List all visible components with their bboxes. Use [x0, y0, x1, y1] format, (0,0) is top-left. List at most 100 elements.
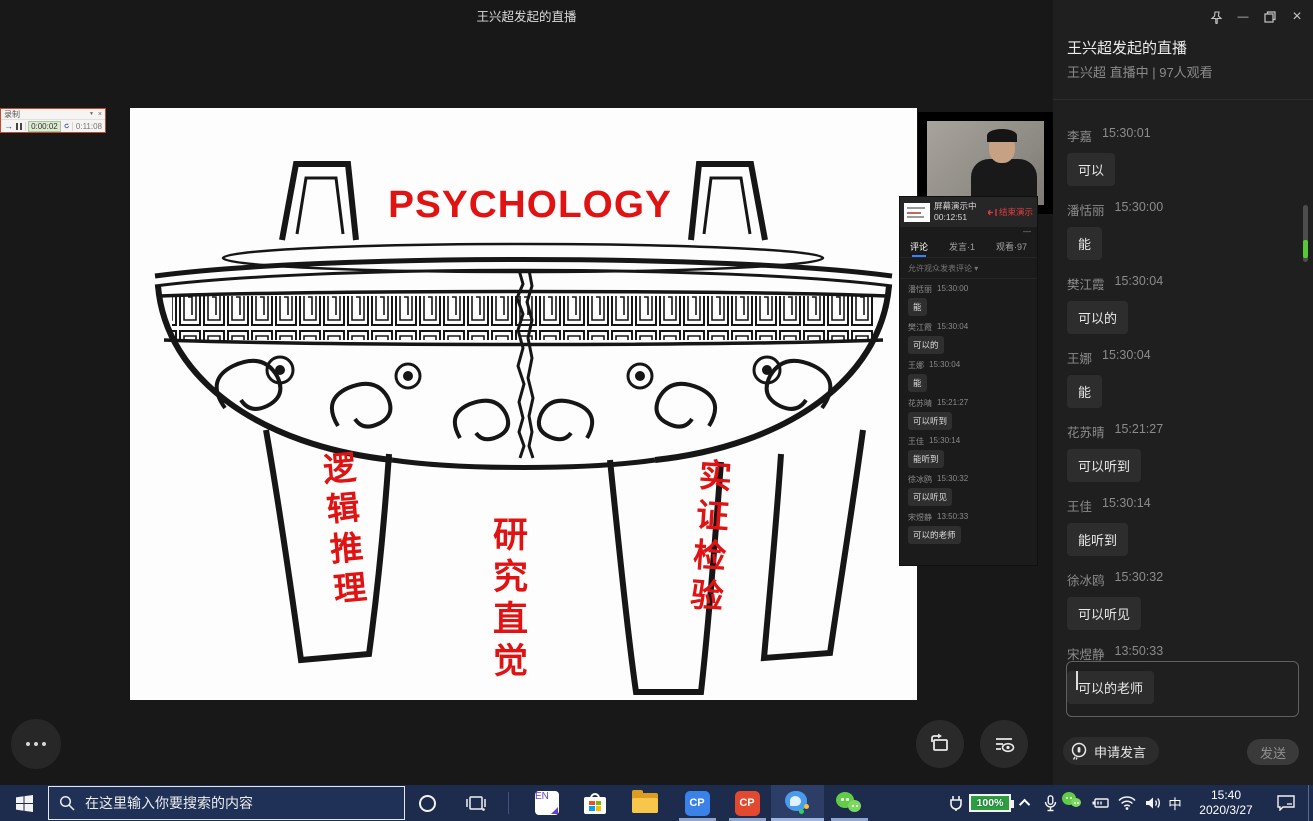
search-icon: [59, 795, 75, 811]
battery-icon: 100%: [969, 794, 1011, 812]
power-plug-icon[interactable]: [944, 785, 968, 821]
cp-blue-icon: CP: [685, 791, 710, 816]
running-indicator: [831, 818, 868, 821]
mini-chat-message: 樊江霞15:30:04可以的: [908, 322, 1029, 354]
volume-icon[interactable]: [1140, 785, 1166, 821]
message-time: 15:21:27: [1115, 422, 1164, 441]
sender-name: 徐冰鸥: [1067, 570, 1105, 589]
clock-time: 15:40: [1211, 788, 1241, 803]
running-indicator: [679, 818, 716, 821]
chat-message: 花苏晴 15:21:27 可以听到: [1067, 422, 1293, 482]
message-time: 15:30:04: [1102, 348, 1151, 367]
show-desktop-button[interactable]: [1308, 785, 1309, 821]
webcam-video: [927, 121, 1044, 205]
cp-red-icon: CP: [735, 791, 760, 816]
share-status: 屏幕演示中 00:12:51: [934, 201, 977, 223]
microphone-tray-icon[interactable]: [1038, 785, 1062, 821]
sender-name: 樊江霞: [1067, 274, 1105, 293]
share-screen-button[interactable]: [916, 720, 964, 768]
microsoft-store-icon: [584, 793, 606, 814]
message-bubble: 可以听到: [1067, 449, 1141, 482]
apply-to-speak-label: 申请发言: [1094, 742, 1146, 761]
sender-name: 花苏晴: [1067, 422, 1105, 441]
action-center-button[interactable]: [1268, 785, 1304, 821]
minimize-icon[interactable]: —: [1234, 8, 1252, 26]
chat-message-list[interactable]: 李嘉15:30:01可以 潘恬丽 15:30:00 能 樊江霞15:30:04可以的…: [1067, 126, 1293, 718]
pause-icon[interactable]: [16, 123, 22, 130]
new-message-indicator: [1303, 240, 1308, 258]
message-bubble: 能听到: [1067, 523, 1128, 556]
close-icon[interactable]: ×: [1288, 8, 1306, 26]
collapse-handle[interactable]: —: [900, 227, 1037, 237]
windows-logo-icon: [16, 795, 33, 812]
ime-indicator[interactable]: 中: [1164, 785, 1186, 821]
recording-elapsed-time: 0:00:02: [28, 121, 61, 132]
taskbar-clock[interactable]: 15:40 2020/3/27: [1188, 785, 1264, 821]
tab-speakers[interactable]: 发言·1: [949, 240, 975, 257]
end-presentation-button[interactable]: 结束演示: [988, 206, 1033, 218]
start-button[interactable]: [0, 785, 48, 821]
divider: [1053, 99, 1313, 100]
recorder-dropdown-icon[interactable]: ▼: [89, 111, 94, 118]
next-slide-icon[interactable]: →: [4, 122, 13, 131]
taskbar-app-cp-red[interactable]: CP: [725, 785, 769, 821]
mini-chat-message: 王娜15:30:04能: [908, 360, 1029, 392]
running-indicator: [771, 818, 824, 821]
pin-icon[interactable]: [1207, 8, 1225, 26]
comments-visibility-icon: [992, 732, 1016, 756]
chat-input-box[interactable]: [1066, 661, 1299, 717]
taskbar-divider: [508, 792, 509, 814]
peripheral-battery-icon[interactable]: [1088, 785, 1114, 821]
apply-to-speak-button[interactable]: 申请发言: [1063, 737, 1159, 765]
wifi-icon[interactable]: [1114, 785, 1140, 821]
screenshare-preview-panel: 屏幕演示中 00:12:51 结束演示 — 评论 发言·1 观看·97 允许观众…: [900, 197, 1037, 565]
taskbar-app-endnote[interactable]: EN: [525, 785, 569, 821]
mini-chat-list: 潘恬丽15:30:00能 樊江霞15:30:04可以的 王娜15:30:04能 …: [900, 279, 1037, 555]
taskbar-app-wechat[interactable]: [827, 785, 871, 821]
toggle-comments-button[interactable]: [980, 720, 1028, 768]
chat-panel-status: 王兴超 直播中 | 97人观看: [1067, 62, 1213, 81]
message-bubble: 能: [1067, 227, 1102, 260]
message-bubble: 可以听见: [1067, 597, 1141, 630]
clock-date: 2020/3/27: [1199, 803, 1252, 818]
chat-message: 王娜15:30:04能: [1067, 348, 1293, 408]
more-options-button[interactable]: [11, 719, 61, 769]
task-view-button[interactable]: [455, 785, 497, 821]
live-stage: 王兴超发起的直播: [0, 0, 1053, 785]
send-button[interactable]: 发送: [1247, 739, 1299, 765]
mini-chat-message: 花苏晴15:21:27可以听到: [908, 398, 1029, 430]
sender-name: 潘恬丽: [1067, 200, 1105, 219]
ppt-recording-toolbar: 录制 ▼ × → 0:00:02 0:11:08: [0, 108, 106, 133]
chat-panel-title: 王兴超发起的直播: [1067, 37, 1187, 58]
chat-message: 樊江霞15:30:04可以的: [1067, 274, 1293, 334]
chat-message: 李嘉15:30:01可以: [1067, 126, 1293, 186]
taskbar-app-wecom-active[interactable]: [771, 785, 824, 821]
battery-indicator[interactable]: 100%: [966, 785, 1014, 821]
comment-permission-dropdown[interactable]: 允许观众发表评论 ▾: [900, 257, 1037, 279]
mini-chat-message: 潘恬丽15:30:00能: [908, 284, 1029, 316]
stage-title: 王兴超发起的直播: [0, 6, 1053, 25]
chat-message: 徐冰鸥15:30:32可以听见: [1067, 570, 1293, 630]
cortana-icon: [419, 795, 436, 812]
taskbar-app-file-explorer[interactable]: [623, 785, 667, 821]
taskbar-search[interactable]: [48, 786, 405, 820]
taskbar-app-microsoft-store[interactable]: [573, 785, 617, 821]
tab-comments[interactable]: 评论: [910, 240, 928, 257]
wechat-tray-icon[interactable]: [1062, 785, 1088, 821]
repeat-icon[interactable]: [64, 121, 70, 131]
exit-icon: [988, 208, 997, 217]
taskbar-app-cp-blue[interactable]: CP: [675, 785, 719, 821]
restore-icon[interactable]: [1261, 8, 1279, 26]
share-screen-icon: [928, 732, 952, 756]
chat-scrollbar[interactable]: [1303, 205, 1308, 262]
tray-overflow-chevron[interactable]: [1014, 785, 1038, 821]
tab-viewers[interactable]: 观看·97: [996, 240, 1027, 257]
search-input[interactable]: [85, 795, 385, 811]
slide-leg-label-2: 研究直觉: [490, 516, 525, 684]
recorder-close-icon[interactable]: ×: [98, 111, 102, 118]
recording-total-time: 0:11:08: [76, 122, 102, 131]
sender-name: 王娜: [1067, 348, 1092, 367]
cortana-button[interactable]: [405, 785, 449, 821]
message-time: 15:30:00: [1115, 200, 1164, 219]
live-chat-panel: — × 王兴超发起的直播 王兴超 直播中 | 97人观看 李嘉15:30:01可…: [1053, 0, 1313, 785]
